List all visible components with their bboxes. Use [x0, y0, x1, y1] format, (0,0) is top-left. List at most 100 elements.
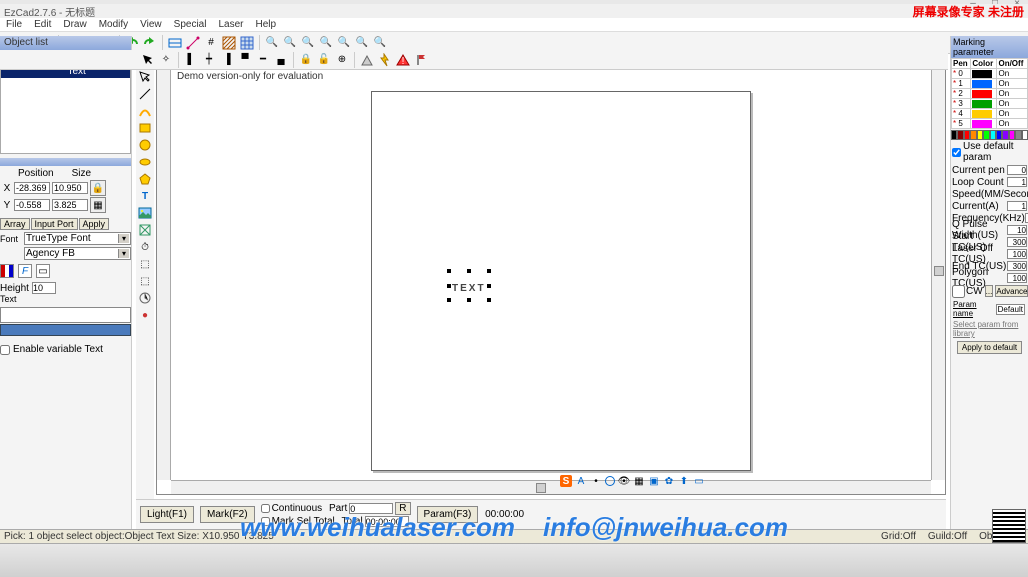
height-input[interactable]: [32, 282, 56, 294]
pen-row[interactable]: * 3On: [952, 99, 1028, 109]
color-palette[interactable]: [951, 130, 1028, 140]
node-edit-icon[interactable]: ✧: [158, 52, 174, 68]
grid-q-icon[interactable]: ▦: [633, 475, 645, 487]
col-color[interactable]: Color: [971, 59, 997, 69]
pen-row[interactable]: * 0On: [952, 69, 1028, 79]
extended-axis-icon[interactable]: ●: [137, 307, 153, 323]
align-center-icon[interactable]: ┿: [201, 52, 217, 68]
tab-array[interactable]: Array: [0, 218, 30, 230]
mark-sel-checkbox[interactable]: [261, 517, 270, 526]
align-top-icon[interactable]: ▀: [237, 52, 253, 68]
pos-x-input[interactable]: [14, 182, 50, 194]
enable-variable-checkbox[interactable]: [0, 345, 10, 355]
menu-edit[interactable]: Edit: [32, 19, 53, 30]
zoom-all-icon[interactable]: 🔍: [318, 35, 334, 51]
align-right-icon[interactable]: ▐: [219, 52, 235, 68]
light-button[interactable]: Light(F1): [140, 506, 194, 523]
col-pen[interactable]: Pen: [952, 59, 971, 69]
param-input[interactable]: [1007, 237, 1027, 247]
anchor-icon[interactable]: ▦: [90, 197, 106, 213]
hatch-icon[interactable]: [221, 35, 237, 51]
param-input[interactable]: [1007, 249, 1027, 259]
line-tool-icon[interactable]: [137, 86, 153, 102]
hash-icon[interactable]: #: [203, 35, 219, 51]
arrow-up-icon[interactable]: ⬆: [678, 475, 690, 487]
image-tool-icon[interactable]: [137, 205, 153, 221]
align-bottom-icon[interactable]: ▄: [273, 52, 289, 68]
size-h-input[interactable]: [52, 199, 88, 211]
zoom-out-icon[interactable]: 🔍: [282, 35, 298, 51]
redo-icon[interactable]: [142, 35, 158, 51]
zoom-in-icon[interactable]: 🔍: [264, 35, 280, 51]
pos-y-input[interactable]: [14, 199, 50, 211]
palette-swatch[interactable]: [1022, 130, 1028, 140]
text-content-input[interactable]: [0, 307, 131, 323]
font-type-combo[interactable]: TrueType Font ▾: [24, 232, 131, 245]
param-input[interactable]: [1007, 177, 1027, 187]
eye-icon[interactable]: 👁: [618, 475, 630, 487]
s-icon[interactable]: S: [560, 475, 572, 487]
menu-modify[interactable]: Modify: [97, 19, 130, 30]
menu-help[interactable]: Help: [253, 19, 278, 30]
unlock-icon[interactable]: 🔓: [316, 52, 332, 68]
lock-aspect-icon[interactable]: 🔒: [90, 180, 106, 196]
canvas[interactable]: Demo version-only for evaluation TEXT: [171, 69, 931, 480]
chevron-down-icon[interactable]: ▾: [118, 249, 129, 258]
pointer-icon[interactable]: [140, 52, 156, 68]
menu-special[interactable]: Special: [172, 19, 209, 30]
zoom-prev-icon[interactable]: 🔍: [354, 35, 370, 51]
warning-icon[interactable]: !: [395, 52, 411, 68]
zoom-workspace-icon[interactable]: 🔍: [372, 35, 388, 51]
menu-draw[interactable]: Draw: [61, 19, 88, 30]
layer-icon[interactable]: ▣: [648, 475, 660, 487]
ellipse-tool-icon[interactable]: [137, 154, 153, 170]
apply-button[interactable]: Apply: [79, 218, 110, 230]
scrollbar-vertical[interactable]: [931, 69, 945, 480]
param-input[interactable]: [1007, 201, 1027, 211]
menu-laser[interactable]: Laser: [216, 19, 245, 30]
node-tool-icon[interactable]: [137, 69, 153, 85]
style-italic-icon[interactable]: F: [18, 264, 32, 278]
param-button[interactable]: Param(F3): [417, 506, 479, 523]
chevron-down-icon[interactable]: ▾: [118, 234, 129, 243]
trigger-icon[interactable]: [377, 52, 393, 68]
polygon-tool-icon[interactable]: [137, 171, 153, 187]
pen-table[interactable]: Pen Color On/Off * 0On* 1On* 2On* 3On* 4…: [951, 58, 1028, 129]
text-tool-icon[interactable]: T: [137, 188, 153, 204]
param-name-combo[interactable]: Default: [996, 304, 1025, 315]
show-icon[interactable]: [167, 35, 183, 51]
curve-tool-icon[interactable]: [137, 103, 153, 119]
style-flag-icon[interactable]: [0, 264, 14, 278]
put-to-origin-icon[interactable]: [359, 52, 375, 68]
pen-row[interactable]: * 5On: [952, 119, 1028, 129]
pen-row[interactable]: * 4On: [952, 109, 1028, 119]
encoder-icon[interactable]: [137, 290, 153, 306]
menu-file[interactable]: File: [4, 19, 24, 30]
align-middle-icon[interactable]: ━: [255, 52, 271, 68]
zoom-sel-icon[interactable]: 🔍: [336, 35, 352, 51]
apply-to-default-button[interactable]: Apply to default: [957, 341, 1022, 354]
menu-view[interactable]: View: [138, 19, 164, 30]
param-input[interactable]: [1007, 273, 1027, 283]
pen-row[interactable]: * 2On: [952, 89, 1028, 99]
vector-icon[interactable]: [185, 35, 201, 51]
style-options-icon[interactable]: ▭: [36, 264, 50, 278]
bullet1-icon[interactable]: •: [590, 475, 602, 487]
rect-tool-icon[interactable]: [137, 120, 153, 136]
r-button[interactable]: R: [395, 502, 410, 515]
place-origin-icon[interactable]: ⊕: [334, 52, 350, 68]
advance-button[interactable]: Advance: [995, 285, 1028, 297]
tab-input-port[interactable]: Input Port: [31, 218, 78, 230]
use-default-checkbox[interactable]: [952, 148, 961, 157]
zoom-window-icon[interactable]: 🔍: [300, 35, 316, 51]
lock-icon[interactable]: 🔒: [298, 52, 314, 68]
part-input[interactable]: [349, 503, 393, 514]
param-input[interactable]: [1007, 225, 1027, 235]
timer-icon[interactable]: ⏱: [137, 239, 153, 255]
vector-import-icon[interactable]: [137, 222, 153, 238]
box-q-icon[interactable]: ▭: [693, 475, 705, 487]
person-icon[interactable]: ✿: [663, 475, 675, 487]
circle-tool-icon[interactable]: [137, 137, 153, 153]
param-input[interactable]: [1007, 165, 1027, 175]
circle-q-icon[interactable]: [605, 476, 615, 486]
